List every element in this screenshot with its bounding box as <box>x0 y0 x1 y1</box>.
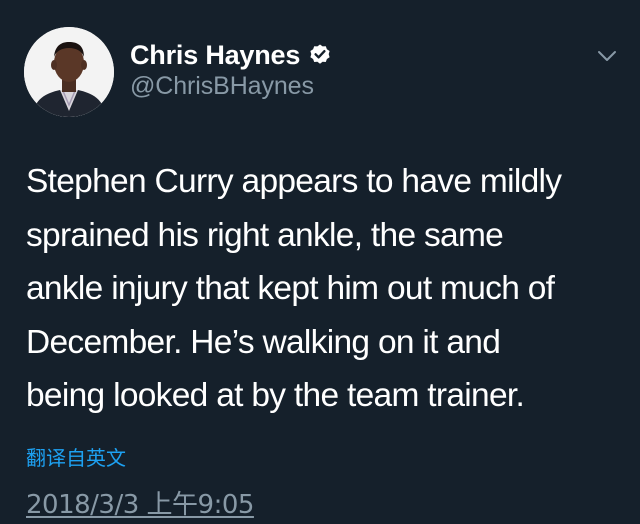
translate-link[interactable]: 翻译自英文 <box>26 442 126 471</box>
chevron-down-icon[interactable] <box>596 48 618 64</box>
avatar[interactable] <box>24 27 114 117</box>
author-name[interactable]: Chris Haynes <box>130 40 300 71</box>
tweet-text: Stephen Curry appears to have mildly spr… <box>26 163 562 414</box>
author-handle[interactable]: @ChrisBHaynes <box>130 72 314 101</box>
tweet-card: Chris Haynes @ChrisBHaynes Stephen Curry… <box>0 0 640 524</box>
profile-photo-icon <box>24 27 114 117</box>
verified-badge-icon <box>308 43 332 67</box>
author-name-row: Chris Haynes <box>130 38 332 72</box>
tweet-timestamp[interactable]: 2018/3/3 上午9:05 <box>26 484 254 521</box>
